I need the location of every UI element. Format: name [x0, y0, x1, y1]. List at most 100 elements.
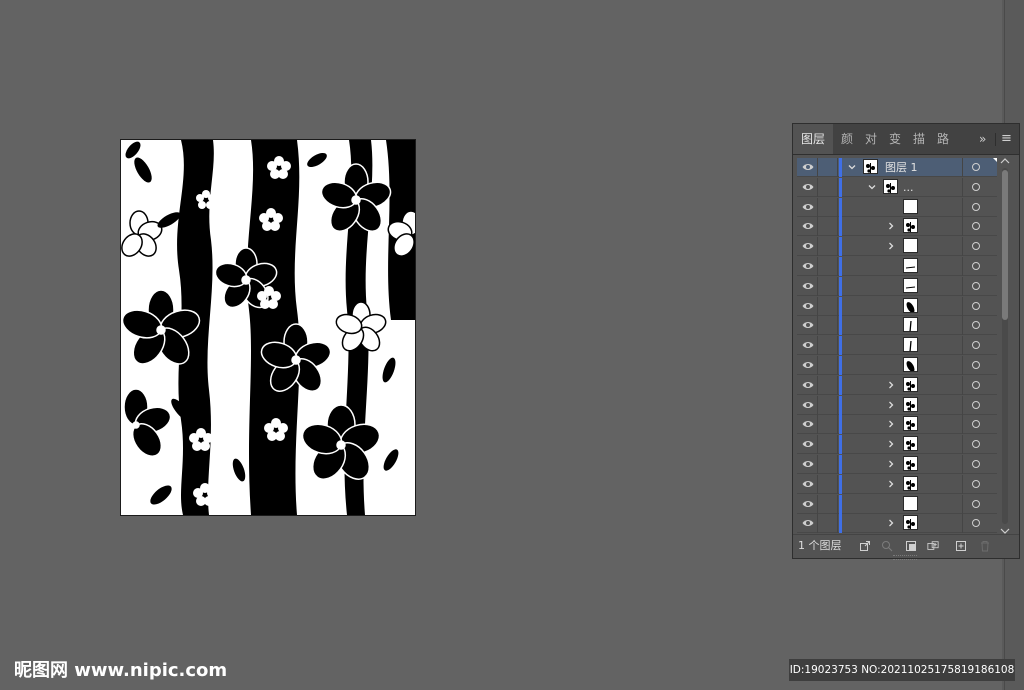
target-circle-icon[interactable]: [972, 202, 980, 211]
chevron-right-icon[interactable]: [886, 479, 896, 489]
tab-stroke[interactable]: 描: [909, 124, 929, 154]
trash-icon[interactable]: [979, 540, 991, 552]
eye-icon[interactable]: [802, 301, 814, 311]
eye-icon[interactable]: [802, 221, 814, 231]
chevron-right-icon[interactable]: [886, 459, 896, 469]
sublayer-row[interactable]: [797, 435, 997, 455]
sublayer-row[interactable]: [797, 197, 997, 217]
chevron-right-icon[interactable]: [886, 439, 896, 449]
layers-panel-footer: 1 个图层: [793, 534, 1019, 557]
chevron-right-icon[interactable]: [886, 518, 896, 528]
new-sublayer-icon[interactable]: [927, 540, 939, 552]
target-circle-icon[interactable]: [972, 420, 980, 429]
artboard[interactable]: [120, 139, 416, 516]
target-circle-icon[interactable]: [972, 460, 980, 468]
tab-align[interactable]: 对: [861, 124, 881, 154]
layer-color-bar: [839, 494, 842, 514]
layer-color-bar: [839, 257, 842, 276]
layer-thumbnail: [883, 178, 898, 194]
chevron-right-icon[interactable]: [886, 241, 896, 251]
eye-icon[interactable]: [802, 518, 814, 528]
eye-icon[interactable]: [802, 419, 814, 429]
chevron-down-icon[interactable]: [847, 162, 857, 172]
scroll-thumb[interactable]: [1002, 170, 1008, 320]
target-circle-icon[interactable]: [972, 519, 980, 528]
sublayer-row[interactable]: [797, 237, 997, 257]
sublayer-row[interactable]: [797, 415, 997, 435]
sublayer-row[interactable]: [797, 257, 997, 276]
new-layer-icon[interactable]: [955, 540, 967, 552]
group-row[interactable]: ...: [797, 177, 997, 197]
tab-color[interactable]: 颜: [837, 124, 857, 154]
eye-icon[interactable]: [802, 499, 814, 509]
target-circle-icon[interactable]: [972, 321, 980, 330]
layer-list-scrollbar[interactable]: [999, 158, 1011, 534]
target-circle-icon[interactable]: [972, 242, 980, 251]
eye-icon[interactable]: [802, 281, 814, 291]
tab-transform[interactable]: 变: [885, 124, 905, 154]
eye-icon[interactable]: [802, 459, 814, 469]
sublayer-row[interactable]: [797, 474, 997, 494]
layer-list: 图层 1...: [797, 158, 997, 534]
layer-thumbnail: [903, 357, 918, 372]
layer-color-bar: [839, 336, 842, 356]
target-circle-icon[interactable]: [972, 400, 980, 409]
sublayer-row[interactable]: [797, 316, 997, 336]
eye-icon[interactable]: [802, 261, 814, 271]
eye-icon[interactable]: [802, 320, 814, 330]
eye-icon[interactable]: [802, 202, 814, 212]
target-circle-icon[interactable]: [972, 440, 980, 449]
sublayer-row[interactable]: [797, 356, 997, 375]
sublayer-row[interactable]: [797, 514, 997, 534]
sublayer-row[interactable]: [797, 395, 997, 415]
target-circle-icon[interactable]: [972, 262, 980, 270]
chevron-right-icon[interactable]: [886, 380, 896, 390]
tab-layers[interactable]: 图层: [793, 124, 833, 154]
eye-icon[interactable]: [802, 241, 814, 251]
eye-icon[interactable]: [802, 182, 814, 192]
eye-icon[interactable]: [802, 360, 814, 370]
search-icon[interactable]: [881, 540, 893, 552]
eye-icon[interactable]: [802, 162, 814, 172]
layer-row-main[interactable]: 图层 1: [797, 158, 997, 177]
sublayer-row[interactable]: [797, 375, 997, 395]
sublayer-row[interactable]: [797, 296, 997, 316]
sublayer-row[interactable]: [797, 276, 997, 296]
eye-icon[interactable]: [802, 400, 814, 410]
sublayer-row[interactable]: [797, 455, 997, 474]
eye-icon[interactable]: [802, 479, 814, 489]
clipping-mask-icon[interactable]: [905, 540, 917, 552]
export-icon[interactable]: [859, 540, 871, 552]
target-circle-icon[interactable]: [972, 361, 980, 369]
sublayer-row[interactable]: [797, 217, 997, 237]
tab-pathfinder[interactable]: 路: [933, 124, 953, 154]
scroll-up-icon[interactable]: [1000, 157, 1010, 165]
sublayer-row[interactable]: [797, 336, 997, 356]
target-circle-icon[interactable]: [972, 281, 980, 290]
eye-icon[interactable]: [802, 380, 814, 390]
eye-icon[interactable]: [802, 340, 814, 350]
target-circle-icon[interactable]: [972, 479, 980, 488]
sublayer-row[interactable]: [797, 494, 997, 514]
chevron-down-icon[interactable]: [867, 182, 877, 192]
watermark-id: ID:19023753 NO:20211025175819186108: [789, 659, 1015, 681]
target-circle-icon[interactable]: [972, 380, 980, 389]
target-circle-icon[interactable]: [972, 182, 980, 191]
layer-thumbnail: [903, 337, 918, 353]
target-circle-icon[interactable]: [972, 301, 980, 310]
layer-name[interactable]: 图层 1: [885, 158, 918, 177]
panel-resize-grip[interactable]: [893, 555, 917, 560]
target-circle-icon[interactable]: [972, 341, 980, 350]
chevron-right-icon[interactable]: [886, 221, 896, 231]
layer-name[interactable]: ...: [903, 178, 914, 197]
hamburger-menu-icon[interactable]: ≡: [1001, 124, 1012, 154]
target-circle-icon[interactable]: [972, 163, 980, 171]
chevron-right-icon[interactable]: [886, 419, 896, 429]
target-circle-icon[interactable]: [972, 499, 980, 508]
more-tabs-icon[interactable]: »: [979, 124, 986, 154]
target-circle-icon[interactable]: [972, 222, 980, 231]
eye-icon[interactable]: [802, 439, 814, 449]
chevron-right-icon[interactable]: [886, 400, 896, 410]
layer-thumbnail: [903, 396, 918, 412]
layer-color-bar: [839, 296, 842, 316]
